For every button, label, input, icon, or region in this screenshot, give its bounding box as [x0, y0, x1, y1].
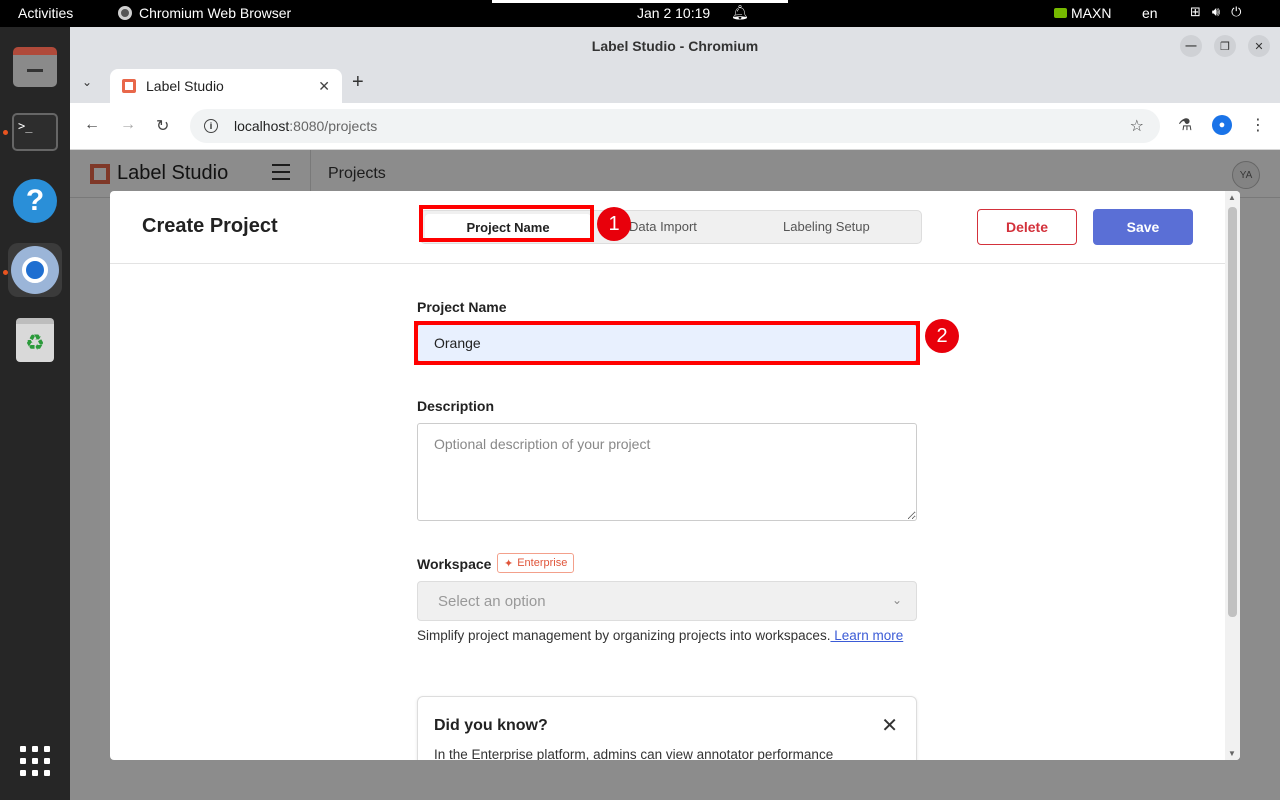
- sparkle-icon: ✦: [504, 557, 514, 570]
- maximize-icon[interactable]: ❐: [1214, 35, 1236, 57]
- workspace-select-value: Select an option: [438, 592, 546, 610]
- app-grid-icon: [20, 746, 50, 776]
- dock-files[interactable]: [8, 40, 62, 94]
- app-menu-label: Chromium Web Browser: [139, 5, 292, 21]
- workspace-label: Workspace: [417, 556, 492, 572]
- chromium-icon: [118, 6, 132, 20]
- did-you-know-card: Did you know? ✕ In the Enterprise platfo…: [417, 696, 917, 760]
- nvidia-icon: [1054, 8, 1067, 18]
- close-icon[interactable]: ✕: [881, 713, 898, 738]
- dock: >_ ? ♻: [0, 27, 70, 800]
- terminal-icon: >_: [12, 113, 58, 151]
- dock-help[interactable]: ?: [8, 174, 62, 228]
- activities-button[interactable]: Activities: [18, 5, 73, 21]
- annotation-highlight-1: [419, 205, 594, 242]
- url-host: localhost: [234, 118, 290, 134]
- labs-flask-icon[interactable]: ⚗: [1178, 115, 1192, 135]
- description-label: Description: [417, 398, 495, 414]
- enterprise-badge-label: Enterprise: [517, 557, 568, 569]
- profile-avatar-icon[interactable]: ●: [1212, 115, 1232, 135]
- annotation-badge-1: 1: [597, 207, 631, 241]
- dock-chromium[interactable]: [8, 243, 62, 297]
- tip-title: Did you know?: [434, 717, 548, 734]
- tip-text: In the Enterprise platform, admins can v…: [434, 747, 834, 760]
- reload-icon[interactable]: ↻: [156, 116, 169, 136]
- scroll-up-icon[interactable]: ▲: [1228, 193, 1236, 202]
- power-icon: ⏻: [1231, 4, 1242, 19]
- workspace-help-text: Simplify project management by organizin…: [417, 628, 831, 643]
- tab-bar: ⌄ Label Studio ✕ +: [70, 65, 1280, 103]
- forward-arrow-icon[interactable]: →: [120, 116, 136, 134]
- address-bar[interactable]: i localhost :8080/projects ☆: [190, 109, 1160, 143]
- back-arrow-icon[interactable]: ←: [84, 116, 100, 134]
- system-top-bar: Activities Chromium Web Browser Jan 2 10…: [0, 0, 1280, 27]
- tab-close-icon[interactable]: ✕: [318, 78, 330, 95]
- enterprise-badge: ✦ Enterprise: [497, 553, 575, 573]
- url-path: :8080/projects: [289, 118, 378, 134]
- gpu-mode-label: MAXN: [1071, 5, 1112, 21]
- modal-body: Project Name 2 Description Workspace ✦ E…: [110, 264, 1225, 760]
- network-icon: ⊞: [1190, 4, 1201, 19]
- bookmark-star-icon[interactable]: ☆: [1130, 116, 1144, 136]
- browser-menu-kebab-icon[interactable]: ⋮: [1250, 115, 1266, 135]
- browser-toolbar: ← → ↻ i localhost :8080/projects ☆ ⚗ ● ⋮: [70, 103, 1280, 150]
- tab-title: Label Studio: [146, 78, 224, 94]
- annotation-highlight-2: [414, 321, 920, 365]
- dock-terminal[interactable]: >_: [8, 105, 62, 159]
- project-name-label: Project Name: [417, 299, 507, 315]
- workspace-select[interactable]: Select an option ⌄: [417, 581, 917, 621]
- modal-title: Create Project: [142, 215, 278, 237]
- modal-header: Create Project Project Name Data Import …: [110, 191, 1240, 264]
- trash-icon: ♻: [16, 318, 54, 362]
- tab-search-chevron-icon[interactable]: ⌄: [82, 75, 92, 89]
- app-menu[interactable]: Chromium Web Browser: [118, 5, 291, 21]
- volume-icon: 🔊︎: [1211, 4, 1221, 19]
- language-indicator[interactable]: en: [1142, 5, 1158, 21]
- scroll-down-icon[interactable]: ▼: [1228, 749, 1236, 758]
- browser-window: Label Studio - Chromium — ❐ ✕ ⌄ Label St…: [70, 27, 1280, 800]
- delete-button[interactable]: Delete: [977, 209, 1077, 245]
- close-icon[interactable]: ✕: [1248, 35, 1270, 57]
- learn-more-link[interactable]: Learn more: [830, 628, 903, 643]
- site-info-icon[interactable]: i: [204, 119, 218, 133]
- workspace-help: Simplify project management by organizin…: [417, 626, 917, 646]
- system-menu[interactable]: ⊞ 🔊︎ ⏻: [1190, 4, 1241, 20]
- save-button[interactable]: Save: [1093, 209, 1193, 245]
- description-textarea[interactable]: [417, 423, 917, 521]
- minimize-icon[interactable]: —: [1180, 35, 1202, 57]
- dock-app-grid[interactable]: [8, 734, 62, 788]
- window-titlebar[interactable]: Label Studio - Chromium — ❐ ✕: [70, 27, 1280, 65]
- files-icon: [13, 47, 57, 87]
- new-tab-plus-icon[interactable]: +: [352, 71, 364, 94]
- window-title: Label Studio - Chromium: [591, 38, 759, 54]
- modal-scrollbar[interactable]: ▲ ▼: [1225, 191, 1240, 760]
- tab-data-import[interactable]: Data Import: [629, 219, 697, 234]
- label-studio-favicon-icon: [122, 79, 136, 93]
- tab-labeling-setup[interactable]: Labeling Setup: [783, 219, 870, 234]
- scrollbar-thumb[interactable]: [1228, 207, 1237, 617]
- alarm-bell-icon: 🔔︎: [731, 4, 749, 20]
- clock[interactable]: Jan 2 10:19: [637, 5, 710, 21]
- help-icon: ?: [13, 179, 57, 223]
- chromium-icon: [11, 246, 59, 294]
- screen-notch: [492, 0, 788, 3]
- chevron-down-icon: ⌄: [891, 593, 902, 607]
- label-studio-page: Label Studio Projects YA Create Project …: [70, 150, 1280, 800]
- dock-trash[interactable]: ♻: [8, 313, 62, 367]
- gpu-mode-indicator[interactable]: MAXN: [1054, 5, 1111, 21]
- create-project-modal: Create Project Project Name Data Import …: [110, 191, 1240, 760]
- annotation-badge-2: 2: [925, 319, 959, 353]
- tab-label-studio[interactable]: Label Studio ✕: [110, 69, 342, 103]
